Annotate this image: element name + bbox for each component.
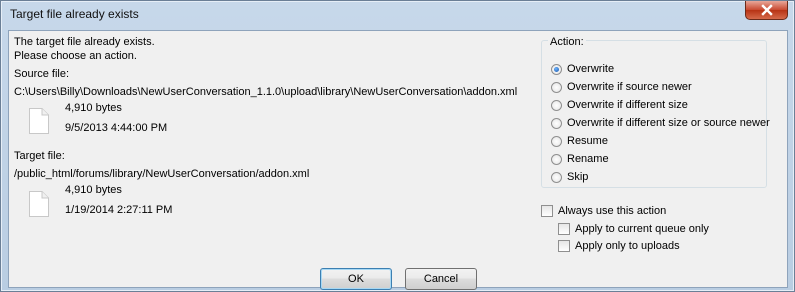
close-button[interactable] — [745, 1, 788, 20]
target-file-icon — [29, 191, 49, 217]
target-file-path: /public_html/forums/library/NewUserConve… — [14, 168, 310, 180]
radio-overwrite-if-size-or-newer[interactable]: Overwrite if different size or source ne… — [551, 116, 770, 130]
always-use-label: Always use this action — [558, 205, 667, 217]
radio-skip[interactable]: Skip — [551, 170, 588, 184]
radio-label: Overwrite — [567, 63, 615, 75]
radio-button[interactable] — [551, 99, 562, 111]
source-file-icon — [29, 108, 49, 134]
window-title: Target file already exists — [10, 7, 139, 21]
target-file-label: Target file: — [14, 150, 65, 162]
radio-label: Rename — [567, 153, 609, 165]
radio-button[interactable] — [551, 135, 562, 147]
source-file-date: 9/5/2013 4:44:00 PM — [65, 122, 168, 134]
target-file-size: 4,910 bytes — [65, 184, 122, 196]
target-file-date: 1/19/2014 2:27:11 PM — [65, 204, 173, 216]
radio-label: Resume — [567, 135, 608, 147]
ok-button[interactable]: OK — [320, 268, 392, 290]
always-use-checkbox-row[interactable]: Always use this action — [541, 204, 666, 218]
current-queue-checkbox[interactable] — [558, 223, 570, 235]
radio-rename[interactable]: Rename — [551, 152, 609, 166]
radio-label: Overwrite if source newer — [567, 81, 692, 93]
radio-button[interactable] — [551, 81, 562, 93]
radio-label: Overwrite if different size — [567, 99, 688, 111]
radio-overwrite-if-newer[interactable]: Overwrite if source newer — [551, 80, 692, 94]
current-queue-label: Apply to current queue only — [575, 223, 709, 235]
message-line-1: The target file already exists. — [14, 36, 155, 48]
radio-button[interactable] — [551, 117, 562, 129]
uploads-only-checkbox[interactable] — [558, 240, 570, 252]
radio-button-checked[interactable] — [551, 63, 562, 75]
current-queue-checkbox-row[interactable]: Apply to current queue only — [558, 222, 709, 236]
radio-overwrite[interactable]: Overwrite — [551, 62, 614, 76]
uploads-only-label: Apply only to uploads — [575, 240, 680, 252]
radio-button[interactable] — [551, 153, 562, 165]
radio-label: Skip — [567, 171, 589, 183]
title-bar[interactable]: Target file already exists — [1, 1, 794, 27]
source-file-path: C:\Users\Billy\Downloads\NewUserConversa… — [14, 86, 518, 98]
radio-resume[interactable]: Resume — [551, 134, 608, 148]
action-legend: Action: — [548, 36, 586, 48]
source-file-size: 4,910 bytes — [65, 102, 122, 114]
source-file-label: Source file: — [14, 68, 70, 80]
cancel-button[interactable]: Cancel — [405, 268, 477, 290]
radio-overwrite-if-different-size[interactable]: Overwrite if different size — [551, 98, 688, 112]
dialog-window: Target file already exists The target fi… — [0, 0, 795, 292]
always-use-checkbox[interactable] — [541, 205, 553, 217]
uploads-only-checkbox-row[interactable]: Apply only to uploads — [558, 239, 680, 253]
radio-label: Overwrite if different size or source ne… — [567, 117, 770, 129]
close-icon — [761, 4, 773, 16]
dialog-content: The target file already exists. Please c… — [8, 30, 788, 290]
message-line-2: Please choose an action. — [14, 50, 137, 62]
radio-button[interactable] — [551, 171, 562, 183]
